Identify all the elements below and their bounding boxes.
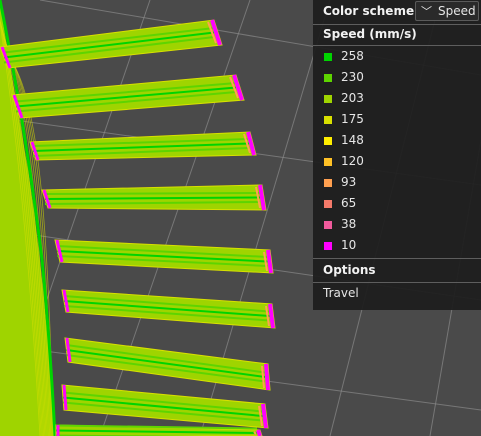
legend-swatch	[324, 116, 332, 124]
end-cap	[264, 363, 270, 391]
legend-value: 148	[341, 133, 364, 147]
speed-legend-title: Speed (mm/s)	[323, 27, 417, 41]
legend-swatch	[324, 53, 332, 61]
options-title: Options	[323, 263, 376, 277]
legend-swatch	[324, 200, 332, 208]
legend-item: 10	[313, 235, 481, 255]
legend-swatch	[324, 221, 332, 229]
color-scheme-label: Color scheme	[323, 4, 415, 18]
legend-item: 230	[313, 67, 481, 87]
end-cap-inner	[253, 431, 257, 435]
legend-item: 93	[313, 172, 481, 192]
divider	[313, 258, 481, 259]
legend-value: 258	[341, 49, 364, 63]
speed-line	[44, 192, 261, 195]
divider	[313, 24, 481, 25]
legend-item: 175	[313, 109, 481, 129]
legend-swatch	[324, 242, 332, 250]
legend-value: 93	[341, 175, 357, 189]
legend-panel: Color scheme ﹀ Speed Speed (mm/s) 258 230…	[313, 0, 481, 310]
end-cap	[256, 429, 262, 436]
legend-item: 38	[313, 214, 481, 234]
legend-item: 148	[313, 130, 481, 150]
legend-item: 258	[313, 46, 481, 66]
legend-swatch	[324, 95, 332, 103]
legend-item: 65	[313, 193, 481, 213]
legend-value: 230	[341, 70, 364, 84]
start-cap	[62, 384, 68, 411]
chevron-down-icon: ﹀	[421, 5, 432, 18]
legend-item: 120	[313, 151, 481, 171]
color-scheme-value: Speed	[438, 4, 476, 18]
legend-item: 203	[313, 88, 481, 108]
legend-value: 65	[341, 196, 357, 210]
legend-swatch	[324, 158, 332, 166]
legend-value: 203	[341, 91, 364, 105]
legend-swatch	[324, 179, 332, 187]
option-travel[interactable]: Travel	[313, 283, 481, 305]
legend-swatch	[324, 74, 332, 82]
legend-value: 10	[341, 238, 357, 252]
legend-value: 120	[341, 154, 364, 168]
legend-swatch	[324, 137, 332, 145]
legend-value: 38	[341, 217, 357, 231]
legend-value: 175	[341, 112, 364, 126]
option-travel-label: Travel	[323, 286, 359, 300]
color-scheme-dropdown[interactable]: ﹀ Speed	[415, 1, 479, 21]
